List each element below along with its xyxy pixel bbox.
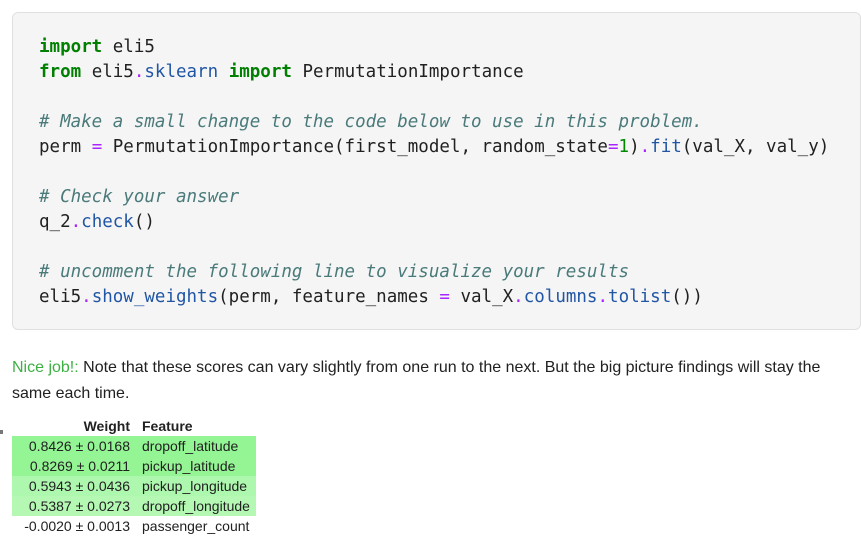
code-token: import [39, 37, 103, 57]
weight-column-header: Weight [83, 418, 130, 434]
code-token: q_2 [39, 212, 71, 232]
code-token: sklearn [144, 62, 219, 82]
code-token: ) [629, 137, 640, 157]
code-token: . [70, 212, 82, 232]
code-line: eli5.show_weights(perm, feature_names = … [39, 285, 829, 310]
code-line: # Make a small change to the code below … [39, 110, 829, 135]
feature-cell: pickup_latitude [142, 458, 236, 474]
code-line: # Check your answer [39, 185, 829, 210]
code-token: val_X [449, 287, 514, 307]
output-message: Nice job!: Note that these scores can va… [12, 355, 852, 407]
code-token: perm [39, 137, 92, 157]
weight-cell: 0.5943 ± 0.0436 [28, 478, 130, 494]
code-token: = [91, 137, 103, 157]
code-line: perm = PermutationImportance(first_model… [39, 135, 829, 160]
feature-cell: dropoff_latitude [142, 438, 239, 454]
code-token: 1 [618, 137, 630, 157]
code-token: tolist [608, 287, 672, 307]
weight-cell: -0.0020 ± 0.0013 [24, 518, 130, 534]
table-row: 0.5943 ± 0.0436 pickup_longitude [12, 476, 256, 496]
message-text: Note that these scores can vary slightly… [12, 359, 821, 402]
feature-cell: dropoff_longitude [142, 498, 250, 514]
code-token: (val_X, val_y) [681, 137, 830, 157]
code-token: check [81, 212, 134, 232]
code-editor[interactable]: import eli5 from eli5.sklearn import Perm… [39, 35, 829, 310]
code-token: fit [650, 137, 682, 157]
code-token: eli5 [39, 287, 82, 307]
code-token: . [133, 62, 145, 82]
code-token: # Check your answer [39, 187, 240, 207]
code-token: # Make a small change to the code below … [39, 112, 703, 132]
code-token: eli5 [102, 37, 155, 57]
code-cell[interactable]: import eli5 from eli5.sklearn import Perm… [12, 12, 861, 330]
code-token: () [133, 212, 155, 232]
feature-cell: passenger_count [142, 518, 250, 534]
code-token: = [607, 137, 619, 157]
code-token: ()) [671, 287, 703, 307]
output-marker [0, 430, 3, 434]
weight-cell: 0.8426 ± 0.0168 [28, 438, 130, 454]
success-label: Nice job!: [12, 359, 79, 376]
code-line: # uncomment the following line to visual… [39, 260, 829, 285]
code-token: . [639, 137, 651, 157]
table-row: 0.5387 ± 0.0273 dropoff_longitude [12, 496, 256, 516]
feature-column-header: Feature [142, 418, 193, 434]
weights-table: Weight Feature 0.8426 ± 0.0168 dropoff_la… [12, 416, 256, 536]
feature-cell: pickup_longitude [142, 478, 248, 494]
table-row: 0.8426 ± 0.0168 dropoff_latitude [12, 436, 256, 456]
code-token: . [513, 287, 524, 307]
weight-cell: 0.8269 ± 0.0211 [29, 458, 130, 474]
table-row: 0.8269 ± 0.0211 pickup_latitude [12, 456, 256, 476]
code-token: PermutationImportance(first_model, rando… [102, 137, 608, 157]
code-token: (perm, feature_names [218, 287, 440, 307]
code-token: = [439, 287, 450, 307]
code-token: . [81, 287, 92, 307]
code-token: import [228, 62, 292, 82]
code-line: import eli5 [39, 35, 829, 60]
code-token: columns [523, 287, 598, 307]
code-token: PermutationImportance [291, 62, 524, 82]
table-header-row: Weight Feature [12, 416, 256, 436]
code-token: from [39, 62, 82, 82]
weight-cell: 0.5387 ± 0.0273 [28, 498, 130, 514]
code-token: # uncomment the following line to visual… [39, 262, 630, 282]
code-line: q_2.check() [39, 210, 829, 235]
code-token: show_weights [91, 287, 219, 307]
table-row: -0.0020 ± 0.0013 passenger_count [12, 516, 256, 536]
code-line: from eli5.sklearn import PermutationImpo… [39, 60, 829, 85]
code-token: eli5 [81, 62, 134, 82]
code-token: . [597, 287, 609, 307]
